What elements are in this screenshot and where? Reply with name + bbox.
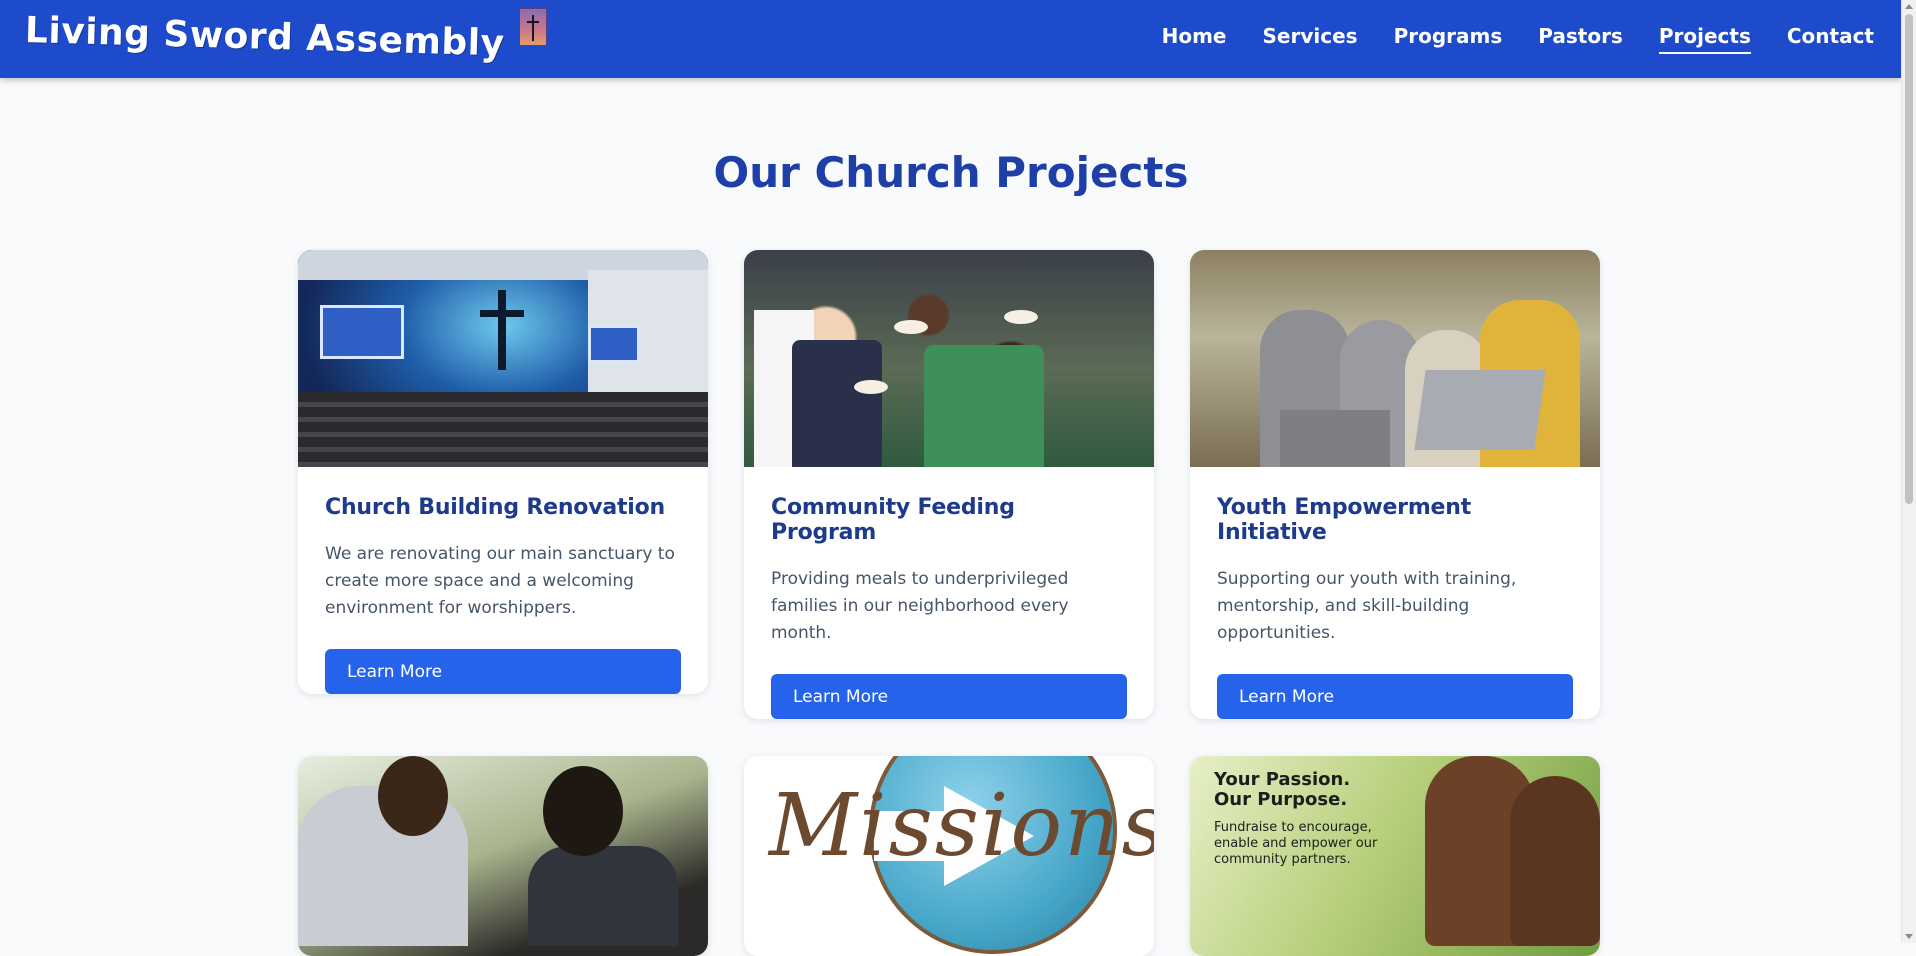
main-nav: Home Services Programs Pastors Projects …: [1126, 0, 1874, 78]
project-card-youth: Youth Empowerment Initiative Supporting …: [1190, 250, 1600, 719]
project-title: Church Building Renovation: [325, 495, 666, 520]
scroll-down-arrow-icon[interactable]: [1905, 934, 1913, 939]
missions-image-text: Missions: [769, 776, 1154, 876]
project-card-feeding: Community Feeding Program Providing meal…: [744, 250, 1154, 719]
project-title: Youth Empowerment Initiative: [1217, 495, 1472, 545]
nav-services[interactable]: Services: [1263, 24, 1358, 54]
page-scrollbar[interactable]: [1901, 0, 1916, 943]
cross-logo-icon: [518, 7, 547, 46]
scroll-thumb[interactable]: [1905, 14, 1913, 504]
fundraise-subtext: Fundraise to encourage, enable and empow…: [1214, 820, 1378, 867]
brand[interactable]: Living Sword Assembly: [24, 7, 547, 64]
fundraise-children-image: Your Passion. Our Purpose. Fundraise to …: [1190, 756, 1600, 956]
scroll-up-arrow-icon[interactable]: [1905, 4, 1913, 9]
project-description: Providing meals to underprivileged famil…: [771, 569, 1069, 643]
project-card-missions: Missions: [744, 756, 1154, 956]
project-card-medical: [298, 756, 708, 956]
church-interior-image: [298, 250, 708, 467]
project-title: Community Feeding Program: [771, 495, 1015, 545]
learn-more-button[interactable]: Learn More: [771, 674, 1127, 719]
fundraise-headline: Your Passion. Our Purpose.: [1214, 769, 1351, 810]
learn-more-button[interactable]: Learn More: [325, 649, 681, 694]
nav-projects[interactable]: Projects: [1658, 24, 1751, 54]
nav-pastors[interactable]: Pastors: [1538, 24, 1623, 54]
nav-home[interactable]: Home: [1162, 24, 1227, 54]
nav-programs[interactable]: Programs: [1394, 24, 1503, 54]
project-description: Supporting our youth with training, ment…: [1217, 569, 1517, 643]
site-header: Living Sword Assembly Home Services Prog…: [0, 0, 1902, 78]
medical-checkup-image: [298, 756, 708, 956]
nav-contact[interactable]: Contact: [1787, 24, 1874, 54]
project-card-fundraise: Your Passion. Our Purpose. Fundraise to …: [1190, 756, 1600, 956]
brand-title[interactable]: Living Sword Assembly: [24, 10, 505, 64]
missions-globe-image: Missions: [744, 756, 1154, 956]
project-card-renovation: Church Building Renovation We are renova…: [298, 250, 708, 694]
page-title: Our Church Projects: [713, 148, 1189, 197]
project-description: We are renovating our main sanctuary to …: [325, 544, 675, 618]
learn-more-button[interactable]: Learn More: [1217, 674, 1573, 719]
community-feeding-image: [744, 250, 1154, 467]
youth-laptops-image: [1190, 250, 1600, 467]
